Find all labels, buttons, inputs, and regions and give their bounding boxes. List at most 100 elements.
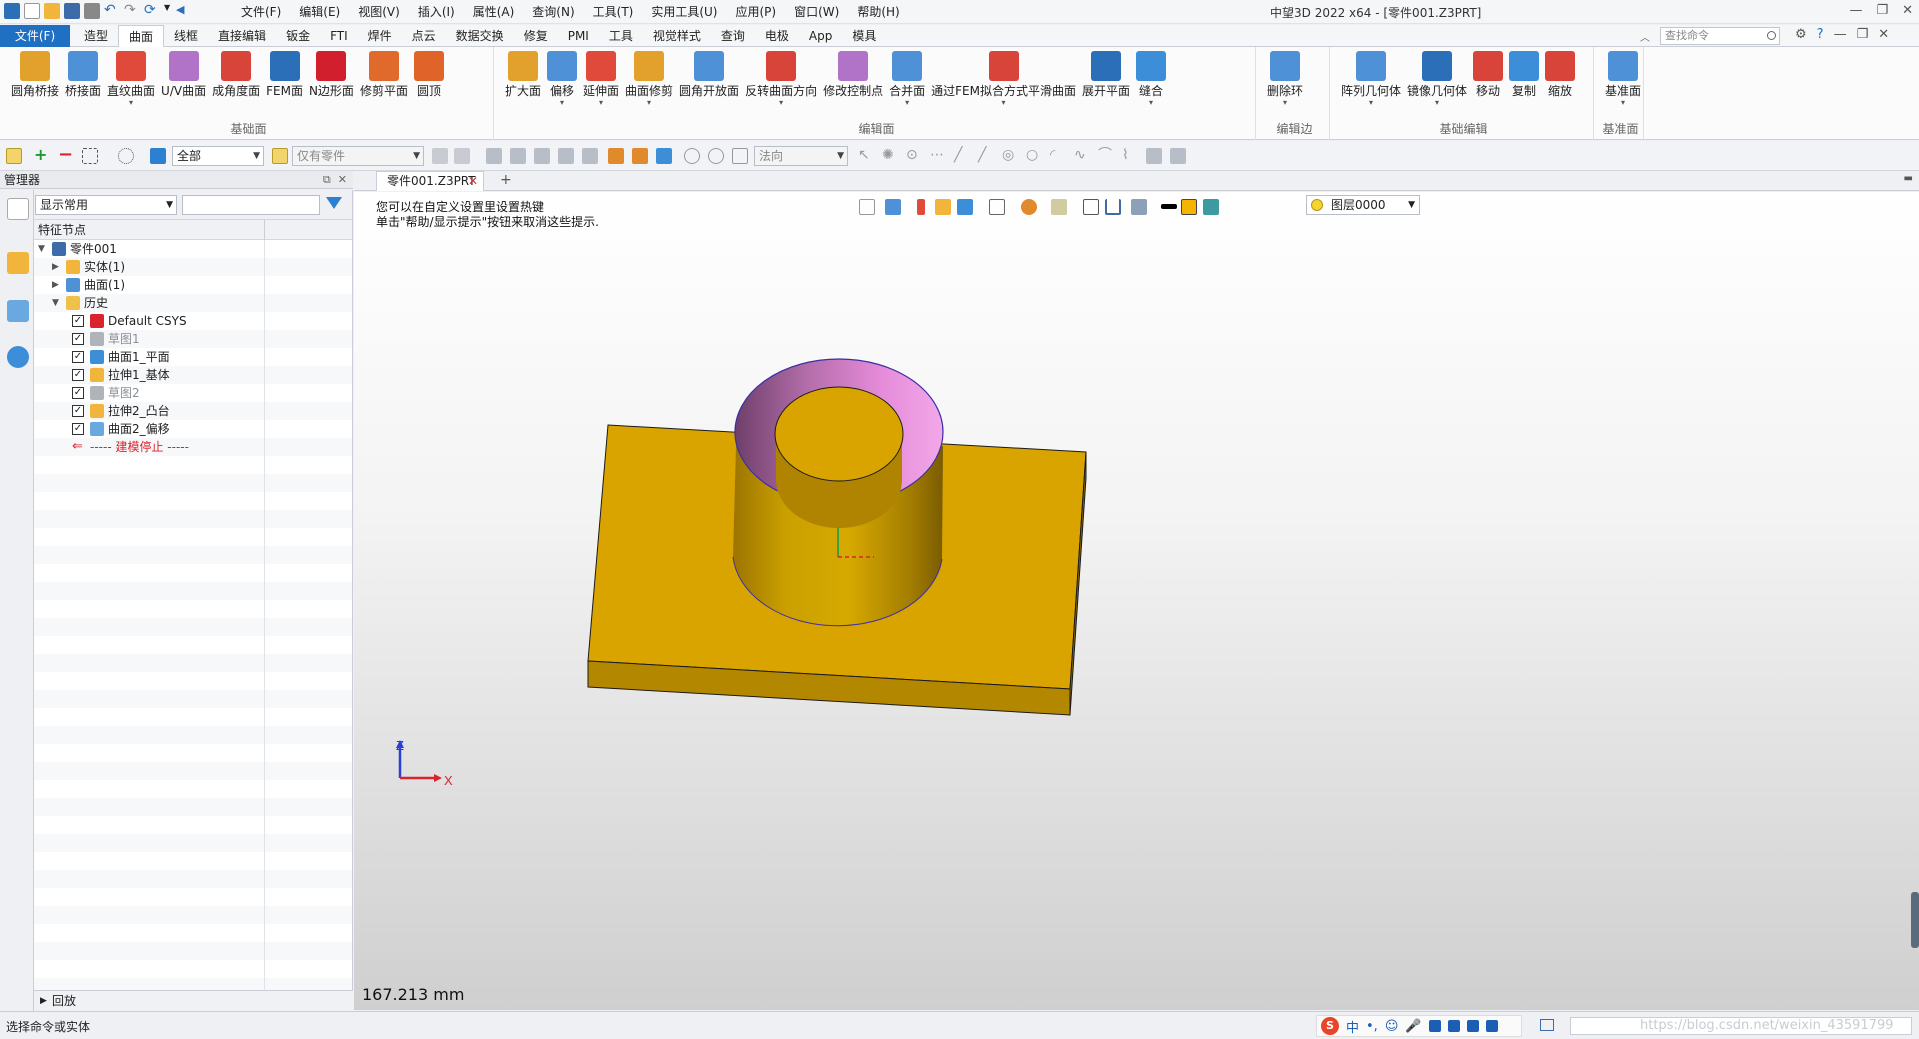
settings-gear-icon[interactable]: ⚙ [1795, 27, 1807, 42]
grid-icon[interactable] [1485, 1020, 1498, 1032]
ribbon-tab-4[interactable]: 钣金 [276, 25, 320, 48]
ribbon-button-1-7[interactable]: 合并面 ▾ [886, 51, 928, 108]
visibility-checkbox[interactable]: ✓ [72, 351, 84, 363]
assembly-icon[interactable] [7, 252, 29, 274]
undo-icon[interactable]: ↶ [104, 3, 120, 19]
ribbon-tab-2[interactable]: 线框 [164, 25, 208, 48]
curve-tool-icon-5[interactable]: ⌇ [1122, 148, 1138, 164]
keyboard-icon[interactable] [1428, 1020, 1441, 1032]
close-tab-icon[interactable]: ✕ [468, 172, 478, 190]
tree-row[interactable]: ▶ 曲面(1) [34, 276, 352, 294]
ribbon-button-1-3[interactable]: 曲面修剪 ▾ [622, 51, 676, 108]
ribbon-tab-7[interactable]: 点云 [402, 25, 446, 48]
sogou-logo-icon[interactable]: S [1321, 1017, 1339, 1035]
ribbon-tab-6[interactable]: 焊件 [358, 25, 402, 48]
skin-icon[interactable] [1466, 1020, 1479, 1032]
funnel-icon[interactable] [326, 197, 342, 209]
ribbon-button-1-5[interactable]: 反转曲面方向 ▾ [742, 51, 820, 108]
direction-combo[interactable]: 法向 ▼ [754, 146, 848, 166]
status-window-icon[interactable] [1540, 1019, 1554, 1031]
minimize-icon[interactable]: — [1849, 3, 1862, 18]
close-icon[interactable]: ✕ [1902, 3, 1913, 18]
expand-icon[interactable]: ▶ [52, 258, 59, 276]
filter-combo[interactable]: 全部 ▼ [172, 146, 264, 166]
curve-tool-icon-3[interactable]: ⊙ [906, 148, 922, 164]
inner-top-disk[interactable] [774, 386, 904, 482]
filter-icon[interactable] [150, 148, 166, 164]
tab-menu-icon[interactable]: ▬ [1904, 173, 1913, 184]
tab-file[interactable]: 文件(F) [0, 25, 70, 47]
maximize-icon[interactable]: ❐ [1876, 3, 1888, 18]
ribbon-button-1-4[interactable]: 圆角开放面 [676, 51, 742, 108]
tree-row[interactable]: ✓ 草图2 [34, 384, 352, 402]
ribbon-tab-15[interactable]: App [799, 25, 842, 48]
visibility-checkbox[interactable]: ✓ [72, 333, 84, 345]
tree-row[interactable]: ✓ 曲面2_偏移 [34, 420, 352, 438]
print-icon[interactable] [84, 3, 100, 19]
remove-select-icon[interactable]: − [58, 146, 74, 164]
ribbon-button-3-0[interactable]: 阵列几何体 ▾ [1338, 51, 1404, 108]
model-icon[interactable] [656, 148, 672, 164]
ribbon-tab-3[interactable]: 直接编辑 [208, 25, 276, 48]
close-doc-icon[interactable]: ✕ [1878, 27, 1889, 42]
menu-file[interactable]: 文件(F) [232, 4, 290, 20]
layer-icon[interactable] [608, 148, 624, 164]
save-icon[interactable] [64, 3, 80, 19]
snap-icon-1[interactable] [486, 148, 502, 164]
ribbon-button-3-1[interactable]: 镜像几何体 ▾ [1404, 51, 1470, 108]
ribbon-button-1-1[interactable]: 偏移 ▾ [544, 51, 580, 108]
new-file-icon[interactable] [24, 3, 40, 19]
menu-view[interactable]: 视图(V) [349, 4, 409, 20]
lasso-select-icon[interactable] [118, 148, 134, 164]
ribbon-tab-14[interactable]: 电极 [755, 25, 799, 48]
ribbon-tab-8[interactable]: 数据交换 [446, 25, 514, 48]
ribbon-button-2-0[interactable]: 删除环 ▾ [1264, 51, 1306, 108]
surface-tool-icon-2[interactable] [1170, 148, 1186, 164]
manager-filter-input[interactable] [182, 195, 320, 215]
collapse-icon[interactable]: ▼ [38, 240, 45, 258]
ribbon-button-1-8[interactable]: 通过FEM拟合方式平滑曲面 ▾ [928, 51, 1079, 108]
emoji-icon[interactable]: ☺ [1385, 1019, 1399, 1034]
pin-icon[interactable]: ⧉ [323, 173, 331, 186]
scope-combo[interactable]: 仅有零件 ▼ [292, 146, 424, 166]
ribbon-button-1-10[interactable]: 缝合 ▾ [1133, 51, 1169, 108]
snap-icon-5[interactable] [582, 148, 598, 164]
arc-tool-icon-2[interactable]: ⌒ [1098, 148, 1114, 164]
ribbon-button-1-6[interactable]: 修改控制点 [820, 51, 886, 108]
view-icon[interactable] [632, 148, 648, 164]
menu-edit[interactable]: 编辑(E) [290, 4, 349, 20]
restore-doc-icon[interactable]: — [1834, 27, 1847, 42]
visibility-checkbox[interactable]: ✓ [72, 405, 84, 417]
tree-row[interactable]: ✓ 拉伸2_凸台 [34, 402, 352, 420]
ribbon-button-3-2[interactable]: 移动 [1470, 51, 1506, 108]
back-arrow-icon[interactable]: ◀ [176, 3, 186, 19]
ribbon-button-0-8[interactable]: 圆顶 [411, 51, 447, 108]
mic-icon[interactable]: 🎤 [1405, 1019, 1421, 1034]
close-panel-icon[interactable]: ✕ [338, 173, 347, 186]
expand-icon[interactable]: ▶ [52, 276, 59, 294]
snap-icon-4[interactable] [558, 148, 574, 164]
restore-window-icon[interactable]: ❐ [1857, 27, 1869, 42]
tools-icon[interactable] [1447, 1020, 1460, 1032]
menu-attribute[interactable]: 属性(A) [464, 4, 524, 20]
display-combo[interactable]: 显示常用 ▼ [35, 195, 177, 215]
new-tab-icon[interactable]: + [500, 172, 512, 188]
snap-icon-2[interactable] [510, 148, 526, 164]
ribbon-button-0-0[interactable]: 圆角桥接 [8, 51, 62, 108]
visibility-checkbox[interactable]: ✓ [72, 423, 84, 435]
redo-icon[interactable]: ↷ [124, 3, 140, 19]
circle-tool-icon-2[interactable]: ○ [1026, 148, 1042, 164]
menu-inquire[interactable]: 查询(N) [523, 4, 583, 20]
tree-row[interactable]: ✓ 曲面1_平面 [34, 348, 352, 366]
menu-apps[interactable]: 应用(P) [727, 4, 786, 20]
ribbon-button-3-4[interactable]: 缩放 [1542, 51, 1578, 108]
circle-tool-icon[interactable]: ◎ [1002, 148, 1018, 164]
curve-tool-icon-1[interactable]: ↖ [858, 148, 874, 164]
add-select-icon[interactable]: + [34, 147, 50, 164]
ribbon-button-1-2[interactable]: 延伸面 ▾ [580, 51, 622, 108]
ribbon-button-4-0[interactable]: 基准面 ▾ [1602, 51, 1644, 108]
open-folder-icon[interactable] [44, 3, 60, 19]
record-icon[interactable] [708, 148, 724, 164]
arc-tool-icon[interactable]: ◜ [1050, 148, 1066, 164]
history-icon[interactable] [684, 148, 700, 164]
